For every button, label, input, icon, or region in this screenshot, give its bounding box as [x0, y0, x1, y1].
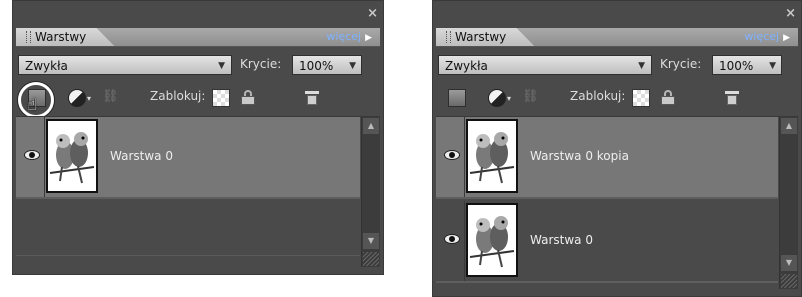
- layer-thumbnail: [466, 119, 518, 193]
- close-icon[interactable]: ×: [785, 6, 796, 21]
- chevron-down-icon: ▼: [638, 61, 645, 71]
- layer-thumbnail: [46, 119, 98, 193]
- layer-name: Warstwa 0: [530, 233, 593, 247]
- chevron-down-icon: ▼: [218, 61, 225, 71]
- more-arrow-icon: ▶: [783, 33, 790, 43]
- layers-panel-left: × Warstwy więcej ▶ Zwykła ▼ Krycie: 100% ▼ …: [12, 0, 384, 275]
- layer-name: Warstwa 0 kopia: [530, 149, 629, 163]
- chevron-down-icon: ▼: [349, 61, 356, 71]
- layer-name: Warstwa 0: [110, 149, 173, 163]
- opacity-label: Krycie:: [660, 57, 702, 71]
- grip-icon: [26, 31, 31, 43]
- tab-label: Warstwy: [455, 30, 507, 44]
- opacity-value: 100%: [299, 59, 334, 73]
- scrollbar[interactable]: ▲ ▼: [779, 117, 798, 289]
- eye-icon[interactable]: [444, 234, 460, 244]
- trash-icon[interactable]: [304, 89, 320, 105]
- lovebirds-image-icon: [469, 132, 515, 184]
- trash-icon[interactable]: [724, 89, 740, 105]
- scrollbar[interactable]: ▲ ▼: [361, 117, 380, 267]
- lock-label: Zablokuj:: [150, 89, 206, 103]
- chevron-down-icon: ▼: [769, 61, 776, 71]
- new-layer-icon[interactable]: [448, 89, 466, 107]
- lock-transparent-icon[interactable]: [212, 89, 230, 107]
- opacity-value: 100%: [719, 59, 754, 73]
- more-menu-button[interactable]: więcej ▶: [744, 28, 790, 47]
- blend-mode-value: Zwykła: [445, 59, 488, 73]
- link-icon[interactable]: ⛓: [102, 89, 119, 105]
- layer-row[interactable]: Warstwa 0: [436, 201, 778, 283]
- blend-mode-select[interactable]: Zwykła ▼: [18, 55, 232, 75]
- close-icon[interactable]: ×: [367, 6, 378, 21]
- opacity-label: Krycie:: [240, 57, 282, 71]
- resize-grip-icon[interactable]: [363, 252, 379, 266]
- lock-transparent-icon[interactable]: [632, 89, 650, 107]
- scroll-up-icon[interactable]: ▲: [363, 118, 379, 134]
- layer-row[interactable]: Warstwa 0: [16, 117, 360, 199]
- tab-layers[interactable]: Warstwy: [436, 28, 535, 46]
- more-arrow-icon: ▶: [365, 33, 372, 43]
- eye-icon[interactable]: [24, 150, 40, 160]
- lock-all-icon[interactable]: [240, 89, 256, 105]
- tab-layers[interactable]: Warstwy: [16, 28, 115, 46]
- eye-icon[interactable]: [444, 150, 460, 160]
- more-label: więcej: [326, 30, 362, 43]
- tab-label: Warstwy: [35, 30, 87, 44]
- layer-list: Warstwa 0 kopia Warstwa 0 ▲ ▼: [436, 116, 798, 289]
- adjustment-layer-icon[interactable]: [488, 89, 511, 107]
- hand-cursor-icon: ☝: [27, 95, 38, 115]
- adjustment-layer-icon[interactable]: [68, 89, 91, 107]
- lock-label: Zablokuj:: [570, 89, 626, 103]
- resize-grip-icon[interactable]: [781, 274, 797, 288]
- lovebirds-image-icon: [469, 216, 515, 268]
- lovebirds-image-icon: [49, 132, 95, 184]
- scroll-down-icon[interactable]: ▼: [781, 255, 797, 271]
- opacity-field[interactable]: 100% ▼: [292, 55, 362, 75]
- blend-mode-value: Zwykła: [25, 59, 68, 73]
- panel-tabbar: Warstwy więcej ▶: [16, 28, 380, 47]
- more-menu-button[interactable]: więcej ▶: [326, 28, 372, 47]
- layer-thumbnail: [466, 203, 518, 277]
- layers-panel-right: × Warstwy więcej ▶ Zwykła ▼ Krycie: 100% ▼ …: [432, 0, 802, 297]
- scroll-up-icon[interactable]: ▲: [781, 118, 797, 134]
- lock-all-icon[interactable]: [660, 89, 676, 105]
- layer-row[interactable]: Warstwa 0 kopia: [436, 117, 778, 199]
- link-icon[interactable]: ⛓: [522, 89, 539, 105]
- scroll-down-icon[interactable]: ▼: [363, 233, 379, 249]
- opacity-field[interactable]: 100% ▼: [712, 55, 782, 75]
- grip-icon: [446, 31, 451, 43]
- panel-tabbar: Warstwy więcej ▶: [436, 28, 798, 47]
- layer-list: Warstwa 0 ▲ ▼: [16, 116, 380, 267]
- more-label: więcej: [744, 30, 780, 43]
- blend-mode-select[interactable]: Zwykła ▼: [438, 55, 652, 75]
